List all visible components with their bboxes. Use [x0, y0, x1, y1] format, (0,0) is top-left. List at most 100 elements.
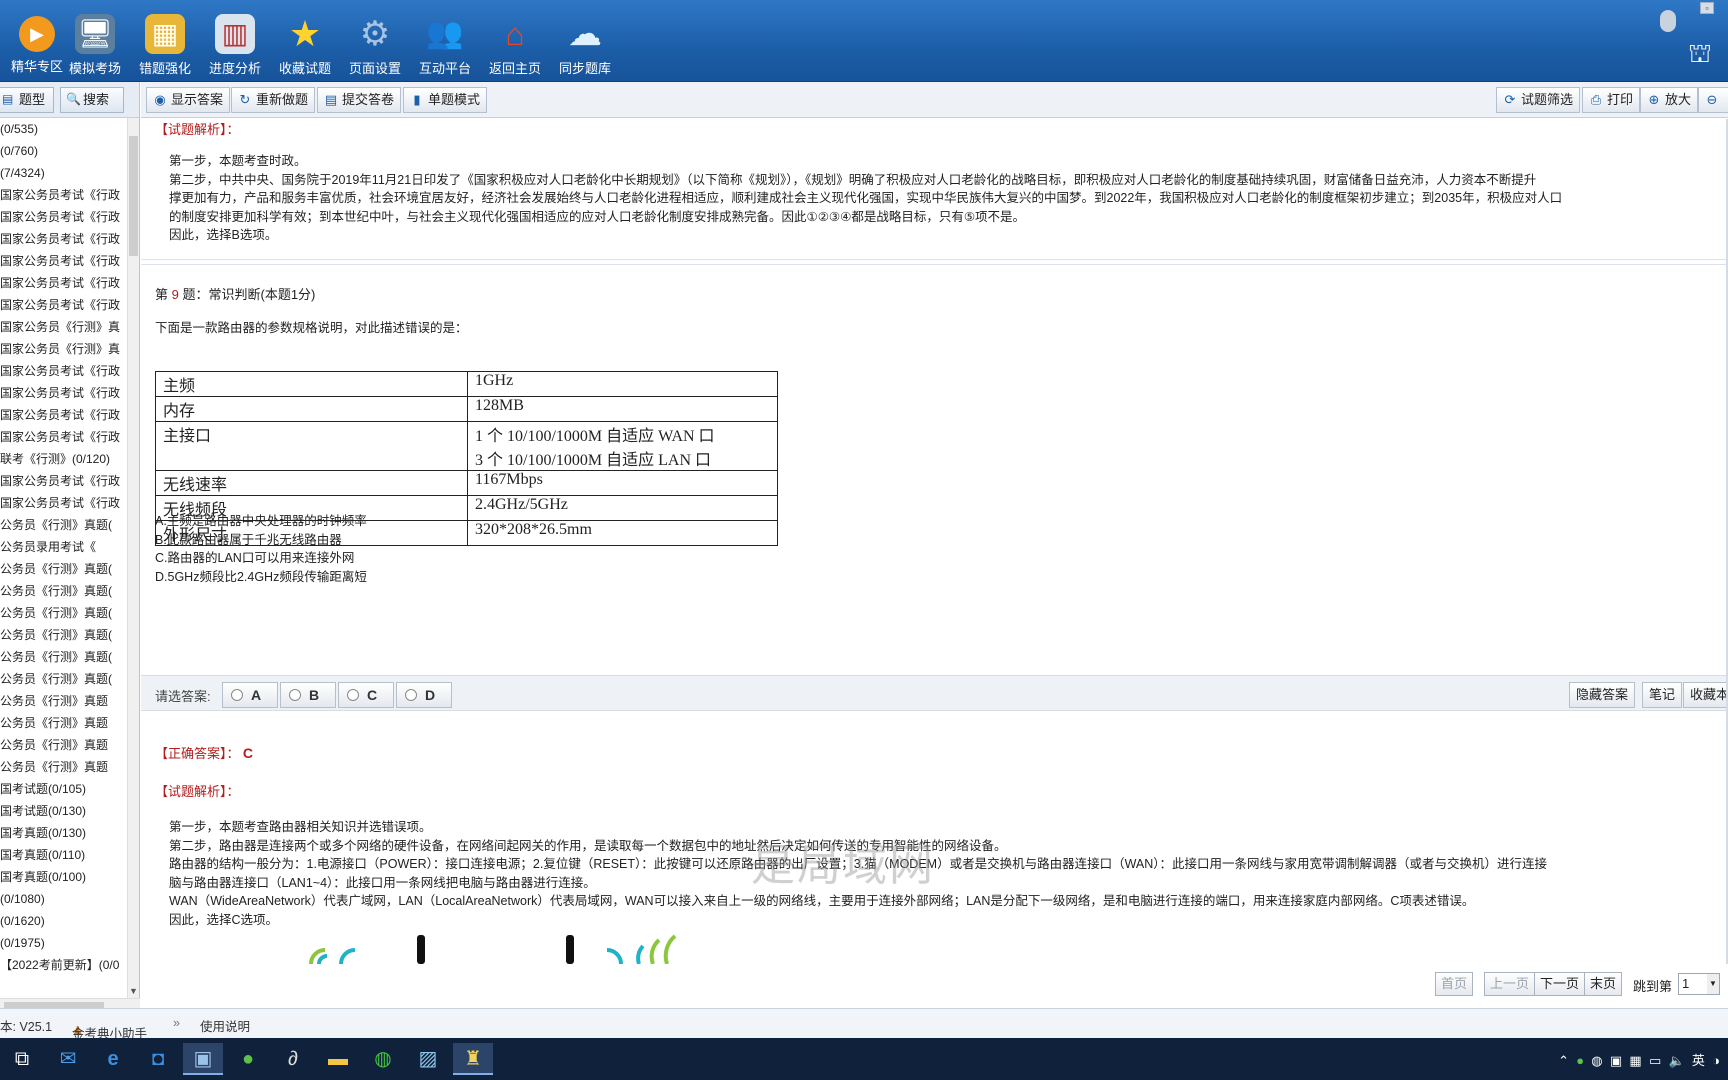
tree-item[interactable]: 国家公务员考试《行政 [0, 206, 128, 228]
analysis-line: 因此，选择C选项。 [169, 912, 279, 927]
redo-button[interactable]: ↻ 重新做题 [231, 87, 316, 113]
tree-item[interactable]: 国家公务员考试《行政 [0, 470, 128, 492]
tree-item[interactable]: 国家公务员《行测》真 [0, 338, 128, 360]
tree-item[interactable]: 国家公务员《行测》真 [0, 316, 128, 338]
note-button[interactable]: 笔记 [1642, 682, 1683, 708]
wechat-icon[interactable]: ◍ [363, 1043, 403, 1075]
next-page-button[interactable]: 下一页 [1534, 972, 1586, 996]
toolbar-item-community[interactable]: 👥 互动平台 [408, 4, 482, 78]
tree-item[interactable]: 公务员《行测》真题( [0, 624, 128, 646]
tray-app-icon[interactable]: ▣ [1610, 1053, 1622, 1068]
question-prefix: 第 [155, 287, 169, 302]
tree-item[interactable]: 国考试题(0/105) [0, 778, 128, 800]
tree-item[interactable]: 公务员录用考试《 [0, 536, 128, 558]
choice-d-radio[interactable]: D [396, 682, 452, 708]
tree-item[interactable]: (0/1975) [0, 932, 128, 954]
chevron-up-icon[interactable]: ⌃ [1558, 1053, 1569, 1068]
tree-item[interactable]: 国家公务员考试《行政 [0, 228, 128, 250]
network-icon[interactable]: ▭ [1649, 1053, 1661, 1068]
scroll-thumb[interactable] [129, 136, 138, 256]
tree-item[interactable]: 公务员《行测》真题( [0, 580, 128, 602]
tree-item[interactable]: 联考《行测》(0/120) [0, 448, 128, 470]
tree-item[interactable]: 国考真题(0/100) [0, 866, 128, 888]
volume-icon[interactable]: 🔈 [1668, 1053, 1684, 1068]
tree-item[interactable]: 公务员《行测》真题( [0, 646, 128, 668]
tree-item[interactable]: 国家公务员考试《行政 [0, 382, 128, 404]
tray-app-icon[interactable]: ▦ [1629, 1053, 1641, 1068]
tree-item[interactable]: (0/535) [0, 118, 128, 140]
tray-chat-icon[interactable]: ◍ [1591, 1053, 1602, 1068]
tree-item[interactable]: 国家公务员考试《行政 [0, 294, 128, 316]
tree-item[interactable]: 公务员《行测》真题( [0, 558, 128, 580]
print-button[interactable]: ⎙ 打印 [1582, 87, 1641, 113]
submit-paper-button[interactable]: ▤ 提交答卷 [317, 87, 402, 113]
last-page-button[interactable]: 末页 [1584, 972, 1623, 996]
zoom-out-button[interactable]: ⊖ [1698, 87, 1728, 113]
prev-page-button[interactable]: 上一页 [1484, 972, 1536, 996]
tree-item[interactable]: 国家公务员考试《行政 [0, 492, 128, 514]
tree-scrollbar[interactable]: ▼ [127, 118, 139, 998]
tree-item[interactable]: 国家公务员考试《行政 [0, 360, 128, 382]
prev-analysis-label: 【试题解析】： [155, 122, 240, 137]
scroll-down-icon[interactable]: ▼ [129, 986, 138, 996]
guide-link[interactable]: 使用说明 [200, 1016, 250, 1035]
jump-page-select[interactable]: 1 ▼ [1678, 973, 1720, 995]
toolbar-item-favorites[interactable]: ★ 收藏试题 [268, 4, 342, 78]
tree-item[interactable]: (0/1080) [0, 888, 128, 910]
zoom-in-button[interactable]: ⊕ 放大 [1640, 87, 1699, 113]
tree-item[interactable]: 国家公务员考试《行政 [0, 404, 128, 426]
toolbar-item-mistakes[interactable]: ▦ 错题强化 [128, 4, 202, 78]
tree-item[interactable]: 公务员《行测》真题 [0, 712, 128, 734]
filter-questions-button[interactable]: ⟳ 试题筛选 [1496, 87, 1581, 113]
single-question-mode-button[interactable]: ▮ 单题模式 [403, 87, 488, 113]
choice-a-radio[interactable]: A [222, 682, 278, 708]
tree-item[interactable]: 国家公务员考试《行政 [0, 272, 128, 294]
browser-icon[interactable]: ● [228, 1043, 268, 1075]
minus-circle-icon: ⊖ [1706, 92, 1718, 107]
tree-item[interactable]: 国家公务员考试《行政 [0, 184, 128, 206]
show-answer-button[interactable]: ◉ 显示答案 [146, 87, 231, 113]
tree-item[interactable]: 公务员《行测》真题 [0, 734, 128, 756]
toolbar-item-page-settings[interactable]: ⚙ 页面设置 [338, 4, 412, 78]
tab-question-type[interactable]: ▤ 题型 [0, 87, 54, 113]
tree-item[interactable]: 公务员《行测》真题 [0, 690, 128, 712]
tree-item[interactable]: (0/760) [0, 140, 128, 162]
tree-item[interactable]: 公务员《行测》真题 [0, 756, 128, 778]
ime-indicator[interactable]: 英 [1692, 1053, 1705, 1068]
tree-item[interactable]: 【2022考前更新】(0/0 [0, 954, 128, 976]
folder-icon[interactable]: ▬ [318, 1043, 358, 1075]
tree-item[interactable]: 国家公务员考试《行政 [0, 426, 128, 448]
toolbar-item-progress[interactable]: ▥ 进度分析 [198, 4, 272, 78]
photo-app-icon[interactable]: ▣ [183, 1043, 223, 1075]
app-icon[interactable]: ∂ [273, 1043, 313, 1075]
page-icon: ▮ [413, 92, 421, 107]
mail-icon[interactable]: ✉ [48, 1043, 88, 1075]
tree-item[interactable]: 国考试题(0/130) [0, 800, 128, 822]
tray-green-icon[interactable]: ● [1576, 1053, 1584, 1068]
hide-answer-button[interactable]: 隐藏答案 [1569, 682, 1636, 708]
tree-item[interactable]: (7/4324) [0, 162, 128, 184]
tree-item[interactable]: 公务员《行测》真题( [0, 602, 128, 624]
tree-item[interactable]: 公务员《行测》真题( [0, 514, 128, 536]
tree-item[interactable]: 国考真题(0/130) [0, 822, 128, 844]
exam-app-icon[interactable]: ♜ [453, 1043, 493, 1075]
tree-item[interactable]: 国考真题(0/110) [0, 844, 128, 866]
image-viewer-icon[interactable]: ▨ [408, 1043, 448, 1075]
choice-c-radio[interactable]: C [338, 682, 394, 708]
toolbar-item-home[interactable]: ⌂ 返回主页 [478, 4, 552, 78]
tree-item[interactable]: 公务员《行测》真题( [0, 668, 128, 690]
toolbar-item-sync[interactable]: ☁ 同步题库 [548, 4, 622, 78]
tree-item[interactable]: (0/1620) [0, 910, 128, 932]
tree-item[interactable]: 国家公务员考试《行政 [0, 250, 128, 272]
taskbar: ⧉ ✉ e ◘ ▣ ● ∂ ▬ ◍ ▨ ♜ ⌃ ● ◍ ▣ ▦ ▭ 🔈 英 ◑ [0, 1038, 1728, 1080]
tab-search[interactable]: 🔍 搜索 [60, 87, 124, 113]
toolbar-item-mock-exam[interactable]: 🖥 模拟考场 [58, 4, 132, 78]
ime-icon[interactable]: ◑ [1712, 1053, 1720, 1068]
favorite-button[interactable]: 收藏本 [1683, 682, 1728, 708]
task-view-icon[interactable]: ⧉ [2, 1043, 42, 1075]
store-icon[interactable]: ◘ [138, 1043, 178, 1075]
choice-b-radio[interactable]: B [280, 682, 336, 708]
first-page-button[interactable]: 首页 [1435, 972, 1474, 996]
restore-window-icon[interactable]: ▫ [1700, 2, 1714, 14]
edge-icon[interactable]: e [93, 1043, 133, 1075]
